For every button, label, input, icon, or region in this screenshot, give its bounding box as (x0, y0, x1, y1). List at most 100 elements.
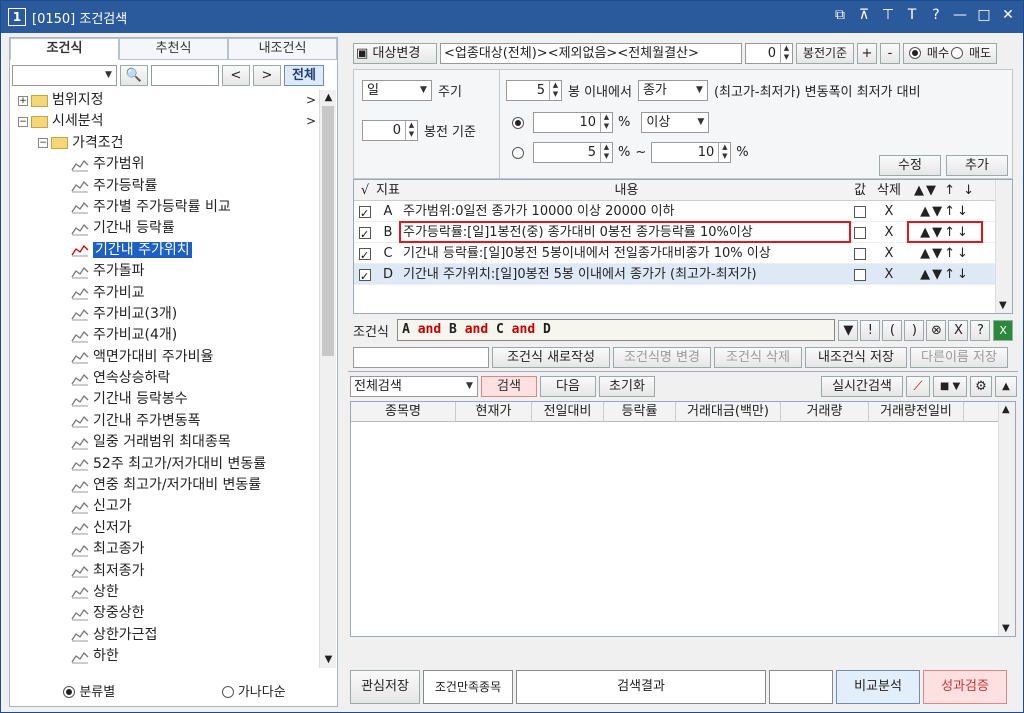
search-run-button[interactable]: 검색 (481, 375, 537, 397)
condition-row[interactable]: A 주가범위:0일전 종가가 10000 이상 20000 이하 X▲▼↑↓ (354, 201, 1012, 224)
pct2-from-stepper[interactable]: 5 ▲ ▼ (533, 142, 613, 163)
radio-off-icon[interactable] (512, 146, 524, 159)
chevron-up-icon[interactable]: ▲ (1002, 404, 1010, 415)
expression-tool-button[interactable]: ? (970, 319, 991, 341)
condition-row[interactable]: C 기간내 등락률:[일]0봉전 5봉이내에서 전일종가대비종가 10% 이상 X▲… (354, 243, 1012, 266)
excel-icon[interactable]: X (993, 319, 1013, 341)
condition-row[interactable]: D 기간내 주가위치:[일]0봉전 5봉 이내에서 종가가 (최고가-최저가) X▲… (354, 264, 1012, 287)
reset-button[interactable]: 초기화 (599, 375, 655, 397)
compare-button[interactable]: 비교분석 (836, 670, 920, 704)
row-checkbox[interactable] (354, 222, 376, 245)
radio-on-icon[interactable] (512, 116, 524, 129)
maximize-icon[interactable]: □ (977, 7, 991, 23)
next-button[interactable]: > (253, 65, 281, 86)
search-input[interactable] (151, 65, 219, 86)
row-delete-button[interactable]: X (870, 222, 908, 242)
pin2-icon[interactable]: ⊤ (881, 7, 895, 23)
row-value-checkbox[interactable] (850, 243, 870, 263)
radio-off-icon[interactable] (951, 47, 963, 59)
checkbox-icon[interactable] (359, 203, 371, 224)
expression-tool-button[interactable]: ) (904, 319, 925, 341)
row-delete-button[interactable]: X (870, 243, 908, 263)
scroll-up-icon[interactable]: ▲ (320, 90, 337, 106)
tab-my-conditions[interactable]: 내조건식 (228, 38, 337, 60)
expression-tool-button[interactable]: ! (860, 319, 881, 341)
scroll-down-icon[interactable]: ▼ (320, 652, 337, 668)
row-checkbox[interactable] (354, 243, 376, 266)
condition-expression-input[interactable]: A and B and C and D (397, 319, 836, 341)
bars-stepper[interactable]: 5 ▲ ▼ (506, 80, 562, 101)
bars-before-button[interactable]: 봉전기준 (796, 42, 854, 64)
pct1-stepper[interactable]: 10 ▲ ▼ (533, 112, 613, 133)
collapse-icon[interactable]: ▲ (995, 375, 1017, 397)
tree-item[interactable]: − 시세분석 > (12, 111, 318, 132)
verify-button[interactable]: 성과검증 (923, 670, 1007, 704)
row-value-checkbox[interactable] (850, 222, 870, 242)
plus-button[interactable]: + (857, 42, 877, 64)
tree-item[interactable]: 액면가대비 주가비율 (12, 347, 318, 368)
window-icon[interactable]: ⧉ (833, 7, 847, 23)
view-menu-icon[interactable]: ■ ▼ (933, 375, 967, 397)
watch-save-button[interactable]: 관심저장 (350, 670, 420, 704)
tree-item[interactable]: 기간내 주가위치 (12, 240, 318, 261)
chevron-down-icon[interactable]: ▼ (999, 300, 1007, 311)
delete-condition-button[interactable]: 조건식 삭제 (714, 346, 802, 368)
checkbox-icon[interactable] (359, 266, 371, 287)
row-delete-button[interactable]: X (870, 201, 908, 221)
tree-item[interactable]: 최고종가 (12, 539, 318, 560)
stepper-arrows-icon[interactable]: ▲ ▼ (600, 143, 612, 162)
row-order-buttons[interactable]: ▲▼↑↓ (908, 201, 982, 221)
row-value-checkbox[interactable] (850, 264, 870, 284)
tree-item[interactable]: 일중 거래범위 최대종목 (12, 432, 318, 453)
search-scope-combo[interactable]: 전체검색 ▼ (350, 375, 478, 397)
tree-item[interactable]: 최저종가 (12, 561, 318, 582)
tree-item[interactable]: 신저가 (12, 518, 318, 539)
category-combo[interactable]: ▼ (12, 65, 117, 86)
row-checkbox[interactable] (354, 201, 376, 224)
tree-item[interactable]: 주가범위 (12, 154, 318, 175)
minus-button[interactable]: - (880, 42, 900, 64)
chevron-down-icon[interactable]: ▼ (1002, 623, 1010, 634)
tree-item[interactable]: 주가비교(3개) (12, 304, 318, 325)
expression-tool-button[interactable]: X (948, 319, 969, 341)
radio-on-icon[interactable] (908, 47, 921, 59)
expression-tool-button[interactable]: ▼ (838, 319, 859, 341)
tree-scrollbar[interactable]: ▲ ▼ (319, 90, 336, 668)
row-checkbox[interactable] (354, 264, 376, 287)
tree-item[interactable]: 주가비교 (12, 283, 318, 304)
chart-icon[interactable]: ⟋ (906, 375, 930, 397)
gear-icon[interactable]: ⚙ (970, 375, 992, 397)
tree-item[interactable]: 52주 최고가/저가대비 변동률 (12, 454, 318, 475)
cond-op-combo[interactable]: 이상 ▼ (641, 112, 710, 133)
expression-tool-button[interactable]: ( (882, 319, 903, 341)
close-icon[interactable]: ✕ (1001, 7, 1015, 23)
tree-item[interactable]: 주가별 주가등락률 비교 (12, 197, 318, 218)
checkbox-icon[interactable] (854, 247, 866, 260)
new-condition-button[interactable]: 조건식 새로작성 (492, 346, 610, 368)
grid-column-header[interactable]: 거래량전일비 (869, 402, 964, 421)
tree-item[interactable]: − 가격조건 (12, 133, 318, 154)
pin-icon[interactable]: ⊼ (857, 7, 871, 23)
stepper-arrows-icon[interactable]: ▲ ▼ (780, 43, 792, 63)
condition-scrollbar[interactable]: ▼ (995, 180, 1012, 313)
radio-alphabetical[interactable]: 가나다순 (221, 681, 286, 700)
period-combo[interactable]: 일 ▼ (362, 80, 432, 101)
grid-column-header[interactable]: 등락률 (604, 402, 676, 421)
radio-by-category[interactable]: 분류별 (63, 681, 115, 700)
grid-column-header[interactable]: 현재가 (456, 402, 532, 421)
minimize-icon[interactable]: — (953, 7, 967, 23)
edit-button[interactable]: 수정 (879, 155, 941, 176)
tree-item[interactable]: 하한 (12, 646, 318, 667)
tree-item[interactable]: 기간내 등락봉수 (12, 389, 318, 410)
realtime-search-button[interactable]: 실시간검색 (821, 375, 903, 397)
tab-recommended[interactable]: 추천식 (119, 38, 228, 60)
tree-item[interactable]: 주가비교(4개) (12, 325, 318, 346)
tree-item[interactable]: 기간내 주가변동폭 (12, 411, 318, 432)
price-type-combo[interactable]: 종가 ▼ (637, 80, 708, 101)
row-order-buttons[interactable]: ▲▼↑↓ (908, 264, 982, 284)
next-search-button[interactable]: 다음 (540, 375, 596, 397)
stepper-arrows-icon[interactable]: ▲ ▼ (549, 81, 561, 100)
grid-column-header[interactable]: 종목명 (351, 402, 456, 421)
chevron-right-icon[interactable]: > (306, 111, 316, 132)
chevron-right-icon[interactable]: > (306, 90, 316, 111)
